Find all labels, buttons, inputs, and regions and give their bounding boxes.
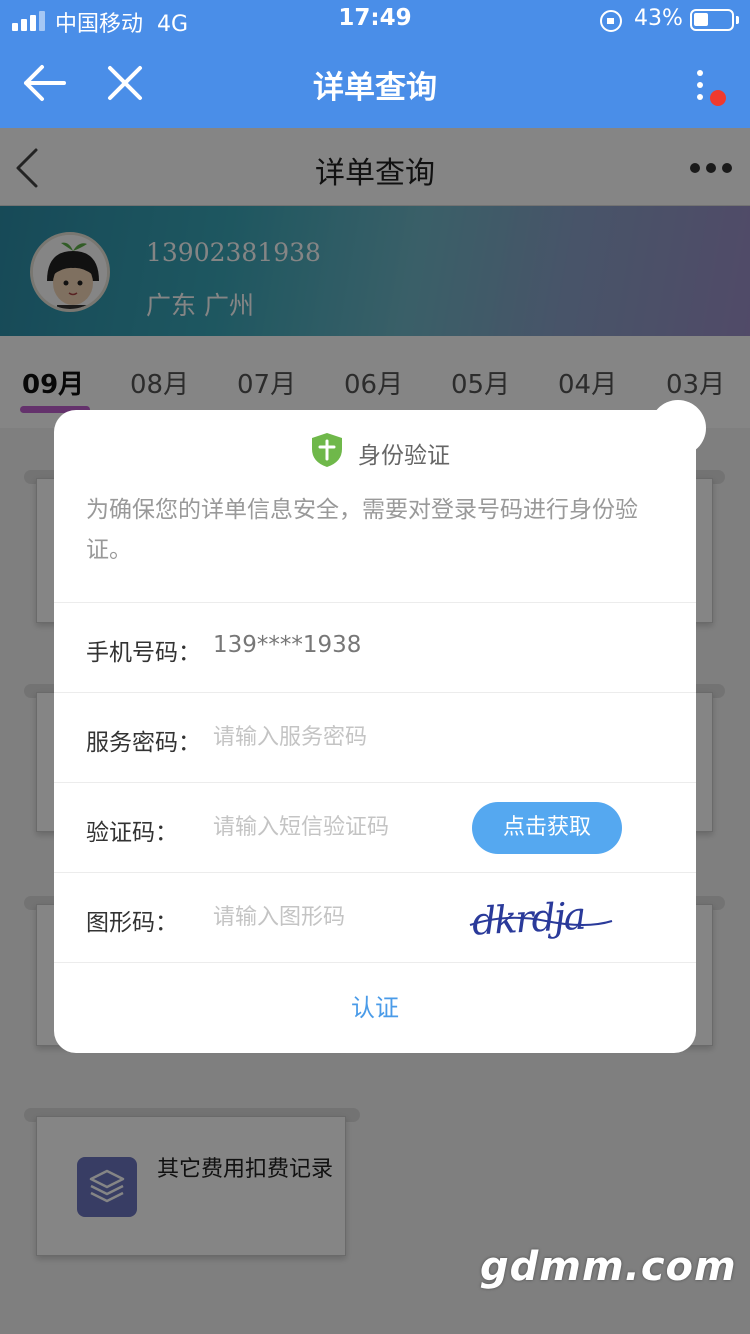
phone-value: 139****1938 <box>213 632 362 658</box>
dialog-description: 为确保您的详单信息安全，需要对登录号码进行身份验证。 <box>86 497 638 563</box>
captcha-label: 图形码： <box>86 910 178 936</box>
get-code-button[interactable]: 点击获取 <box>472 802 622 854</box>
shield-icon <box>311 432 343 468</box>
app-title: 详单查询 <box>313 70 437 106</box>
battery-icon <box>690 9 739 31</box>
status-bar: 中国移动 4G 17:49 43% <box>0 0 750 40</box>
captcha-image[interactable]: dkrdja <box>466 891 616 947</box>
rotation-lock-icon <box>600 10 622 32</box>
notification-dot <box>710 90 726 106</box>
sms-code-input[interactable] <box>213 805 453 849</box>
watermark: gdmm.com <box>480 1244 737 1290</box>
sms-code-label: 验证码： <box>86 820 178 846</box>
captcha-input[interactable] <box>213 895 453 939</box>
dialog-title: 身份验证 <box>358 443 450 469</box>
dialog-header: 身份验证 <box>54 432 696 472</box>
sms-code-row: 验证码： 点击获取 <box>54 782 696 872</box>
app-bar: 详单查询 <box>0 40 750 128</box>
service-password-input[interactable] <box>213 715 453 759</box>
phone-label: 手机号码： <box>86 640 201 666</box>
service-password-label: 服务密码： <box>86 730 201 756</box>
service-password-row: 服务密码： <box>54 692 696 782</box>
phone-row: 手机号码： 139****1938 <box>54 602 696 692</box>
identity-verification-dialog: 身份验证 为确保您的详单信息安全，需要对登录号码进行身份验证。 手机号码： 13… <box>54 410 696 1053</box>
battery-percent: 43% <box>634 6 683 31</box>
captcha-row: 图形码： dkrdja <box>54 872 696 962</box>
verify-button[interactable]: 认证 <box>54 962 696 1053</box>
more-vertical-icon[interactable] <box>686 62 716 112</box>
